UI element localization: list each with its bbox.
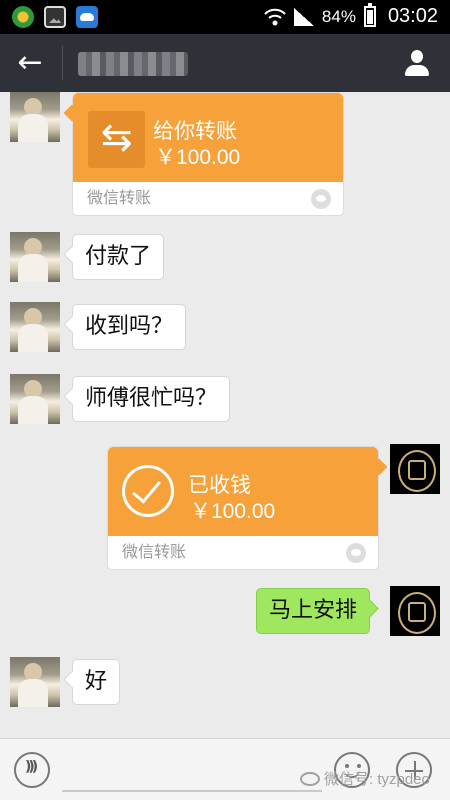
- transfer-card-footer: 微信转账: [108, 536, 378, 569]
- transfer-footer-label: 微信转账: [87, 188, 152, 207]
- transfer-arrows-icon: [88, 111, 145, 168]
- status-bar: 84% 03:02: [0, 0, 450, 34]
- my-avatar[interactable]: [390, 444, 440, 494]
- clock: 03:02: [387, 5, 438, 27]
- sender-avatar[interactable]: [10, 92, 60, 142]
- signal-icon: [293, 7, 314, 26]
- transfer-amount: ￥100.00: [155, 146, 241, 169]
- message-text: 收到吗？: [85, 314, 174, 339]
- check-circle-icon: [122, 465, 174, 517]
- my-avatar[interactable]: [390, 586, 440, 636]
- transfer-amount: ￥100.00: [190, 500, 276, 523]
- transfer-card-body: 给你转账 ￥100.00: [73, 93, 343, 182]
- sender-avatar[interactable]: [10, 302, 60, 352]
- notification-icons: [12, 6, 98, 28]
- message-input[interactable]: [62, 790, 322, 792]
- cloud-app-icon: [76, 6, 98, 28]
- sender-avatar[interactable]: [10, 657, 60, 707]
- message-text: 师傅很忙吗？: [85, 386, 218, 411]
- wechat-pay-icon: [346, 543, 366, 563]
- transfer-card-accepted[interactable]: 已收钱 ￥100.00 微信转账: [107, 446, 388, 570]
- transfer-footer-label: 微信转账: [122, 542, 187, 561]
- wifi-icon: [264, 8, 286, 25]
- sender-avatar[interactable]: [10, 232, 60, 282]
- wechat-pay-icon: [311, 189, 331, 209]
- message-text: 马上安排: [269, 598, 358, 623]
- message-bubble-sent[interactable]: 马上安排: [256, 588, 371, 634]
- watermark-text: 微信号: tyzpdeo: [324, 771, 430, 788]
- message-text: 好: [85, 669, 108, 694]
- app-icon: [12, 6, 34, 28]
- message-bubble[interactable]: 师傅很忙吗？: [72, 376, 231, 422]
- transfer-card-body: 已收钱 ￥100.00: [108, 447, 378, 536]
- sender-avatar[interactable]: [10, 374, 60, 424]
- battery-icon: [363, 3, 376, 27]
- message-bubble[interactable]: 收到吗？: [72, 304, 187, 350]
- message-bubble[interactable]: 好: [72, 659, 121, 705]
- battery-percent: 84%: [321, 6, 356, 26]
- wechat-logo-icon: [300, 772, 320, 786]
- watermark: 微信号: tyzpdeo: [300, 768, 430, 789]
- message-text: 付款了: [85, 244, 152, 269]
- message-bubble[interactable]: 付款了: [72, 234, 165, 280]
- contact-info-icon[interactable]: [402, 48, 432, 78]
- gallery-icon: [44, 6, 66, 28]
- chat-header: ←: [0, 34, 450, 92]
- transfer-card-footer: 微信转账: [73, 182, 343, 215]
- contact-name-redacted: [78, 52, 188, 76]
- transfer-card-received[interactable]: 给你转账 ￥100.00 微信转账: [63, 92, 344, 216]
- header-divider: [62, 46, 63, 80]
- back-arrow-icon[interactable]: ←: [14, 48, 46, 80]
- system-status: 84% 03:02: [264, 3, 438, 28]
- voice-icon[interactable]: [14, 752, 50, 788]
